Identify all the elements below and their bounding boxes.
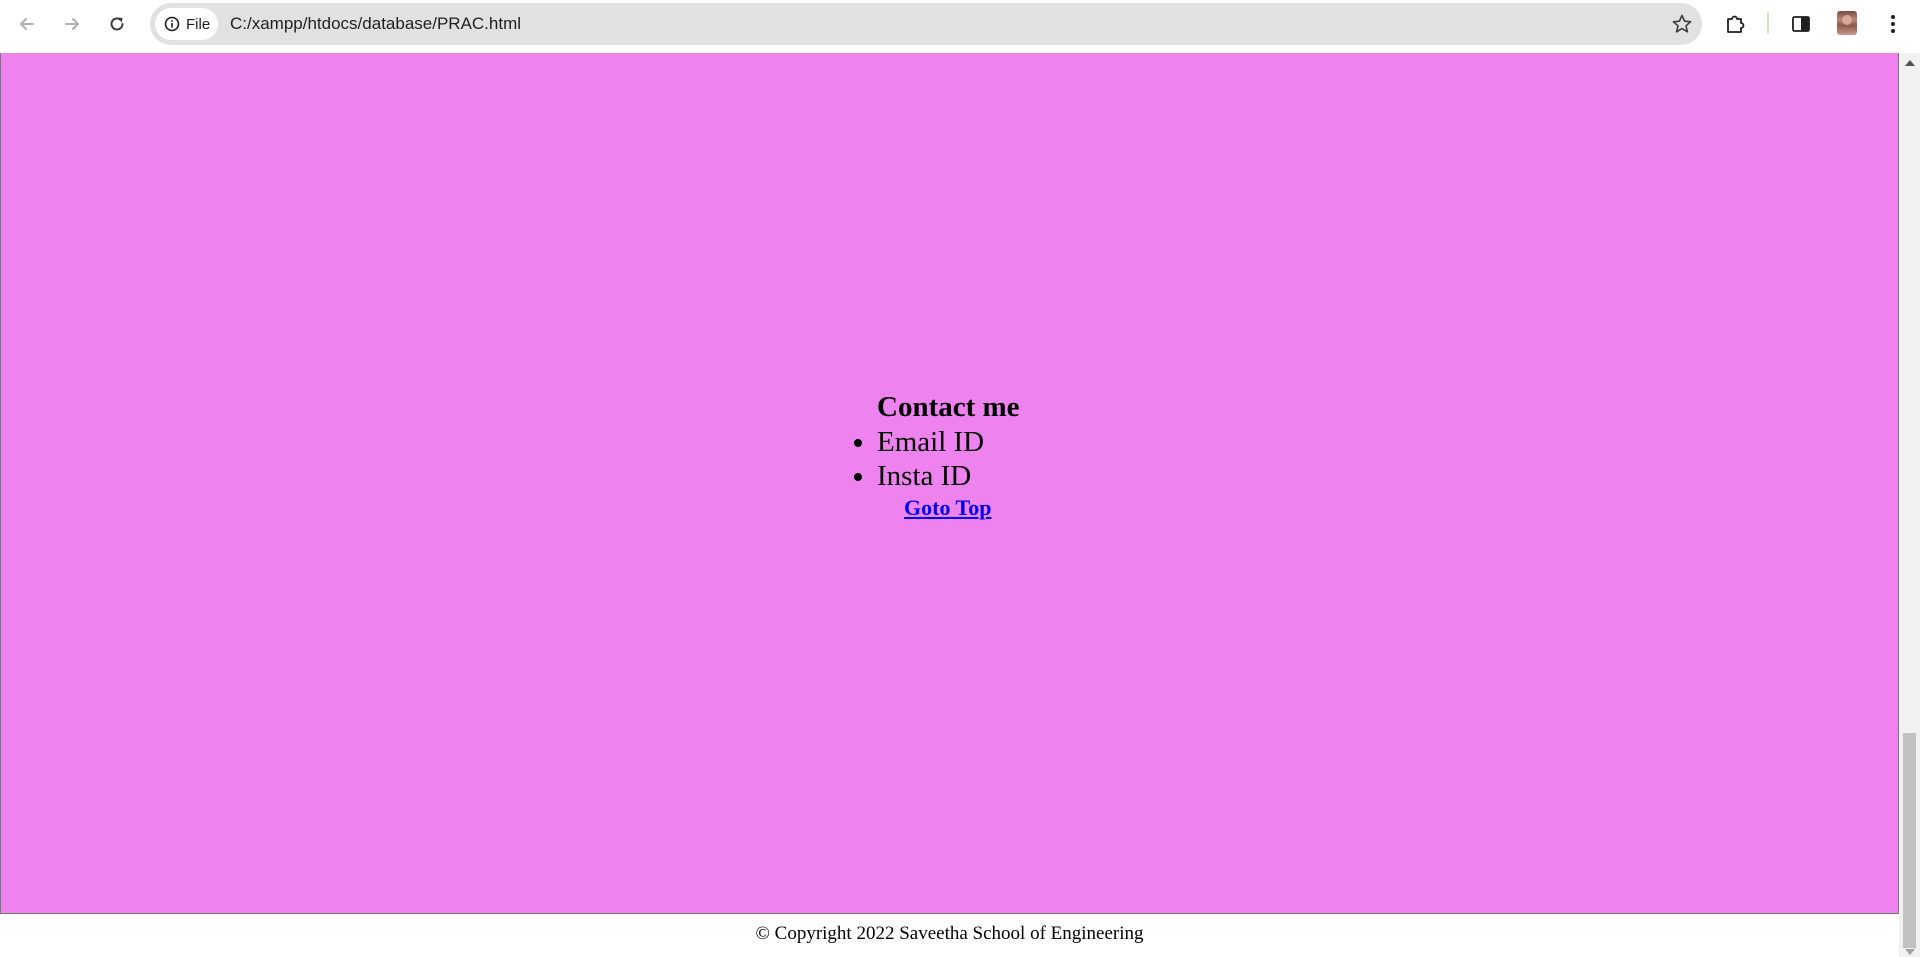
arrow-left-icon (20, 18, 34, 30)
three-dots-vertical-icon (1891, 15, 1895, 33)
list-item-email: Email ID (877, 425, 1020, 459)
forward-button[interactable] (55, 7, 89, 41)
contact-heading: Contact me (877, 391, 1020, 423)
menu-button[interactable] (1876, 7, 1910, 41)
browser-toolbar: File C:/xampp/htdocs/database/PRAC.html (0, 0, 1920, 53)
list-item-insta: Insta ID (877, 459, 1020, 493)
extensions-button[interactable] (1718, 7, 1752, 41)
toolbar-divider (1767, 12, 1769, 34)
site-info-chip[interactable]: File (155, 8, 218, 40)
page-viewport: Contact me Email ID Insta ID Goto Top © … (0, 53, 1899, 957)
scroll-up-arrow-icon[interactable] (1905, 60, 1915, 66)
info-circle-icon (164, 16, 180, 32)
contact-block: Contact me Email ID Insta ID Goto Top (850, 389, 1020, 522)
reload-icon (110, 17, 124, 31)
back-button[interactable] (10, 7, 44, 41)
contact-list: Email ID Insta ID (850, 425, 1020, 493)
side-panel-icon (1792, 16, 1810, 32)
star-outline-icon (1672, 14, 1692, 33)
puzzle-icon (1727, 15, 1745, 33)
arrow-right-icon (65, 18, 79, 30)
scroll-down-arrow-icon[interactable] (1905, 949, 1915, 955)
reload-button[interactable] (100, 7, 134, 41)
url-text[interactable]: C:/xampp/htdocs/database/PRAC.html (230, 3, 521, 45)
contact-section: Contact me Email ID Insta ID Goto Top (0, 53, 1899, 914)
scroll-thumb[interactable] (1903, 733, 1916, 948)
footer-copyright: © Copyright 2022 Saveetha School of Engi… (755, 923, 1144, 944)
goto-top-link[interactable]: Goto Top (904, 494, 1020, 522)
address-bar[interactable]: File C:/xampp/htdocs/database/PRAC.html (150, 3, 1702, 45)
bookmark-button[interactable] (1670, 12, 1694, 36)
page-scrollbar[interactable] (1899, 53, 1920, 957)
site-chip-label: File (186, 15, 211, 33)
profile-avatar[interactable] (1837, 11, 1857, 35)
side-panel-button[interactable] (1784, 7, 1818, 41)
